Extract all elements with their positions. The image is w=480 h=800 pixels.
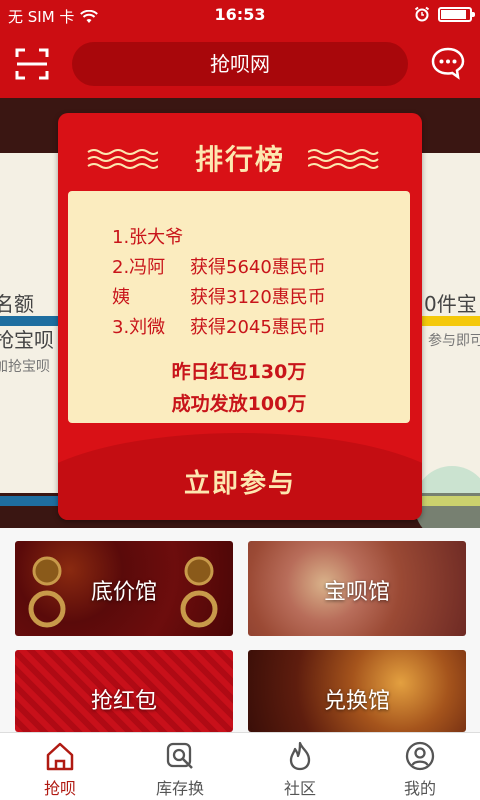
ranking-list: 1.张大爷 2.冯阿 获得5640惠民币 姨 获得3120惠民币 3.刘微 获得…: [68, 191, 410, 423]
chat-bubble-icon: [431, 47, 465, 80]
tab-label: 我的: [403, 779, 436, 798]
category-grid: 底价馆 宝呗馆 抢红包 兑换馆: [0, 528, 480, 732]
fire-icon: [289, 741, 311, 771]
search-exchange-icon: [166, 742, 193, 769]
ranking-name: 3.刘微: [112, 317, 166, 338]
header-title[interactable]: 抢呗网: [72, 42, 408, 86]
tab-label: 库存换: [155, 779, 204, 798]
tab-label: 抢呗: [43, 779, 76, 798]
tab-home[interactable]: 抢呗: [0, 733, 120, 800]
app-header: 抢呗网: [0, 30, 480, 98]
tab-stock-exchange[interactable]: 库存换: [120, 733, 240, 800]
tab-label: 社区: [283, 779, 316, 798]
tab-profile[interactable]: 我的: [360, 733, 480, 800]
scan-icon: [15, 48, 49, 80]
tile-label: 兑换馆: [323, 689, 390, 714]
ranking-name: 2.冯阿: [112, 257, 166, 278]
right-card-band: [420, 316, 480, 326]
left-card-line1: 名额: [0, 292, 34, 316]
stat-released: 成功发放100万: [171, 393, 307, 415]
tab-community[interactable]: 社区: [240, 733, 360, 800]
ranking-name: 1.张大爷: [112, 227, 184, 248]
alarm-icon: [414, 6, 430, 22]
tile-label: 抢红包: [90, 689, 157, 714]
join-now-button[interactable]: 立即参与: [58, 463, 422, 500]
stat-yesterday: 昨日红包130万: [171, 361, 307, 383]
home-icon: [46, 742, 74, 771]
battery-icon: [438, 6, 475, 22]
tile-exchange[interactable]: 兑换馆: [248, 650, 466, 732]
scan-button[interactable]: [14, 46, 50, 82]
status-time: 16:53: [214, 5, 266, 24]
tile-treasure[interactable]: 宝呗馆: [248, 541, 466, 636]
tile-label: 宝呗馆: [323, 580, 390, 605]
user-icon: [405, 741, 435, 771]
ranking-award: 获得2045惠民币: [190, 317, 326, 338]
left-card-line3: 加抢宝呗: [0, 359, 50, 375]
ranking-award: 获得5640惠民币: [190, 257, 326, 278]
tile-red-packet[interactable]: 抢红包: [15, 650, 233, 732]
ranking-award: 获得3120惠民币: [190, 287, 326, 308]
right-card-line2: 参与即可: [428, 333, 480, 349]
bottom-tab-bar: 抢呗 库存换 社区 我的: [0, 732, 480, 800]
message-button[interactable]: [430, 45, 466, 81]
status-bar: 无 SIM 卡 16:53: [0, 0, 480, 30]
ranking-popup: 排行榜 1.张大爷 2.冯阿 获得5640惠民币 姨 获得3120惠民币 3.刘…: [58, 113, 422, 520]
tile-floor-price[interactable]: 底价馆: [15, 541, 233, 636]
ranking-name: 姨: [112, 287, 130, 308]
left-card-band: [0, 496, 60, 506]
tile-label: 底价馆: [90, 580, 157, 605]
left-card-line2: 抢宝呗: [0, 328, 54, 352]
wave-decoration-right: [308, 149, 379, 169]
right-card-line1: 0件宝: [424, 292, 477, 316]
